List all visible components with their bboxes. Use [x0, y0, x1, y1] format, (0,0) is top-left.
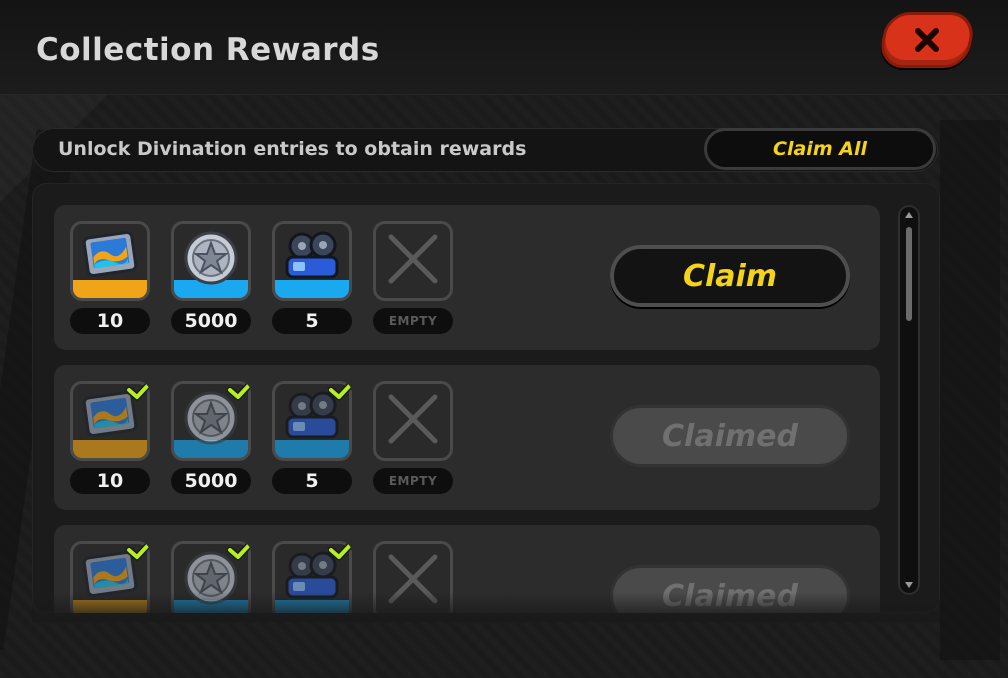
reward-quantity: 5	[272, 308, 352, 334]
claimed-check-icon	[126, 381, 150, 401]
reward-row: 10 5000 5 EMPTY Claim	[54, 205, 880, 350]
reward-slot[interactable]	[272, 381, 352, 461]
reward-slot[interactable]	[171, 221, 251, 301]
claim-button[interactable]: Claim	[610, 245, 850, 307]
film-reel-card-icon	[80, 229, 140, 285]
banner-text: Unlock Divination entries to obtain rewa…	[58, 138, 527, 160]
reward-slot[interactable]	[272, 221, 352, 301]
close-button[interactable]	[876, 12, 978, 68]
claimed-check-icon	[328, 541, 352, 561]
scrollbar-thumb[interactable]	[906, 227, 912, 321]
reward-quantity: 10	[70, 468, 150, 494]
reward-slot[interactable]	[70, 221, 150, 301]
reward-quantity: EMPTY	[373, 468, 453, 494]
empty-slot-icon	[383, 229, 443, 293]
empty-slot-icon	[383, 389, 443, 453]
reward-quantity: 10	[70, 308, 150, 334]
header-bar: Collection Rewards	[0, 0, 1008, 95]
claim-all-button[interactable]: Claim All	[704, 128, 936, 170]
claimed-check-icon	[126, 541, 150, 561]
reward-slot[interactable]	[171, 381, 251, 461]
reward-slot[interactable]	[70, 381, 150, 461]
claimed-check-icon	[227, 541, 251, 561]
claimed-button: Claimed	[610, 405, 850, 467]
close-icon	[915, 28, 939, 52]
scroll-up-icon[interactable]	[904, 211, 914, 219]
reward-row: 10 5000 5 EMPTY Claimed	[54, 365, 880, 510]
rewards-list: 10 5000 5 EMPTY Claim 10 5000 5 EMPTY Cl…	[32, 183, 940, 613]
reward-slot[interactable]	[373, 381, 453, 461]
scrollbar[interactable]	[898, 205, 920, 595]
scroll-down-icon[interactable]	[904, 581, 914, 589]
reward-slot[interactable]	[373, 221, 453, 301]
page-title: Collection Rewards	[36, 32, 380, 68]
claimed-check-icon	[328, 381, 352, 401]
blue-projector-icon	[282, 229, 342, 289]
silver-star-coin-icon	[181, 229, 241, 291]
list-fade	[32, 592, 940, 622]
reward-quantity: 5	[272, 468, 352, 494]
reward-quantity: 5000	[171, 308, 251, 334]
reward-quantity: 5000	[171, 468, 251, 494]
reward-quantity: EMPTY	[373, 308, 453, 334]
claimed-check-icon	[227, 381, 251, 401]
background-stroke	[940, 120, 1000, 660]
